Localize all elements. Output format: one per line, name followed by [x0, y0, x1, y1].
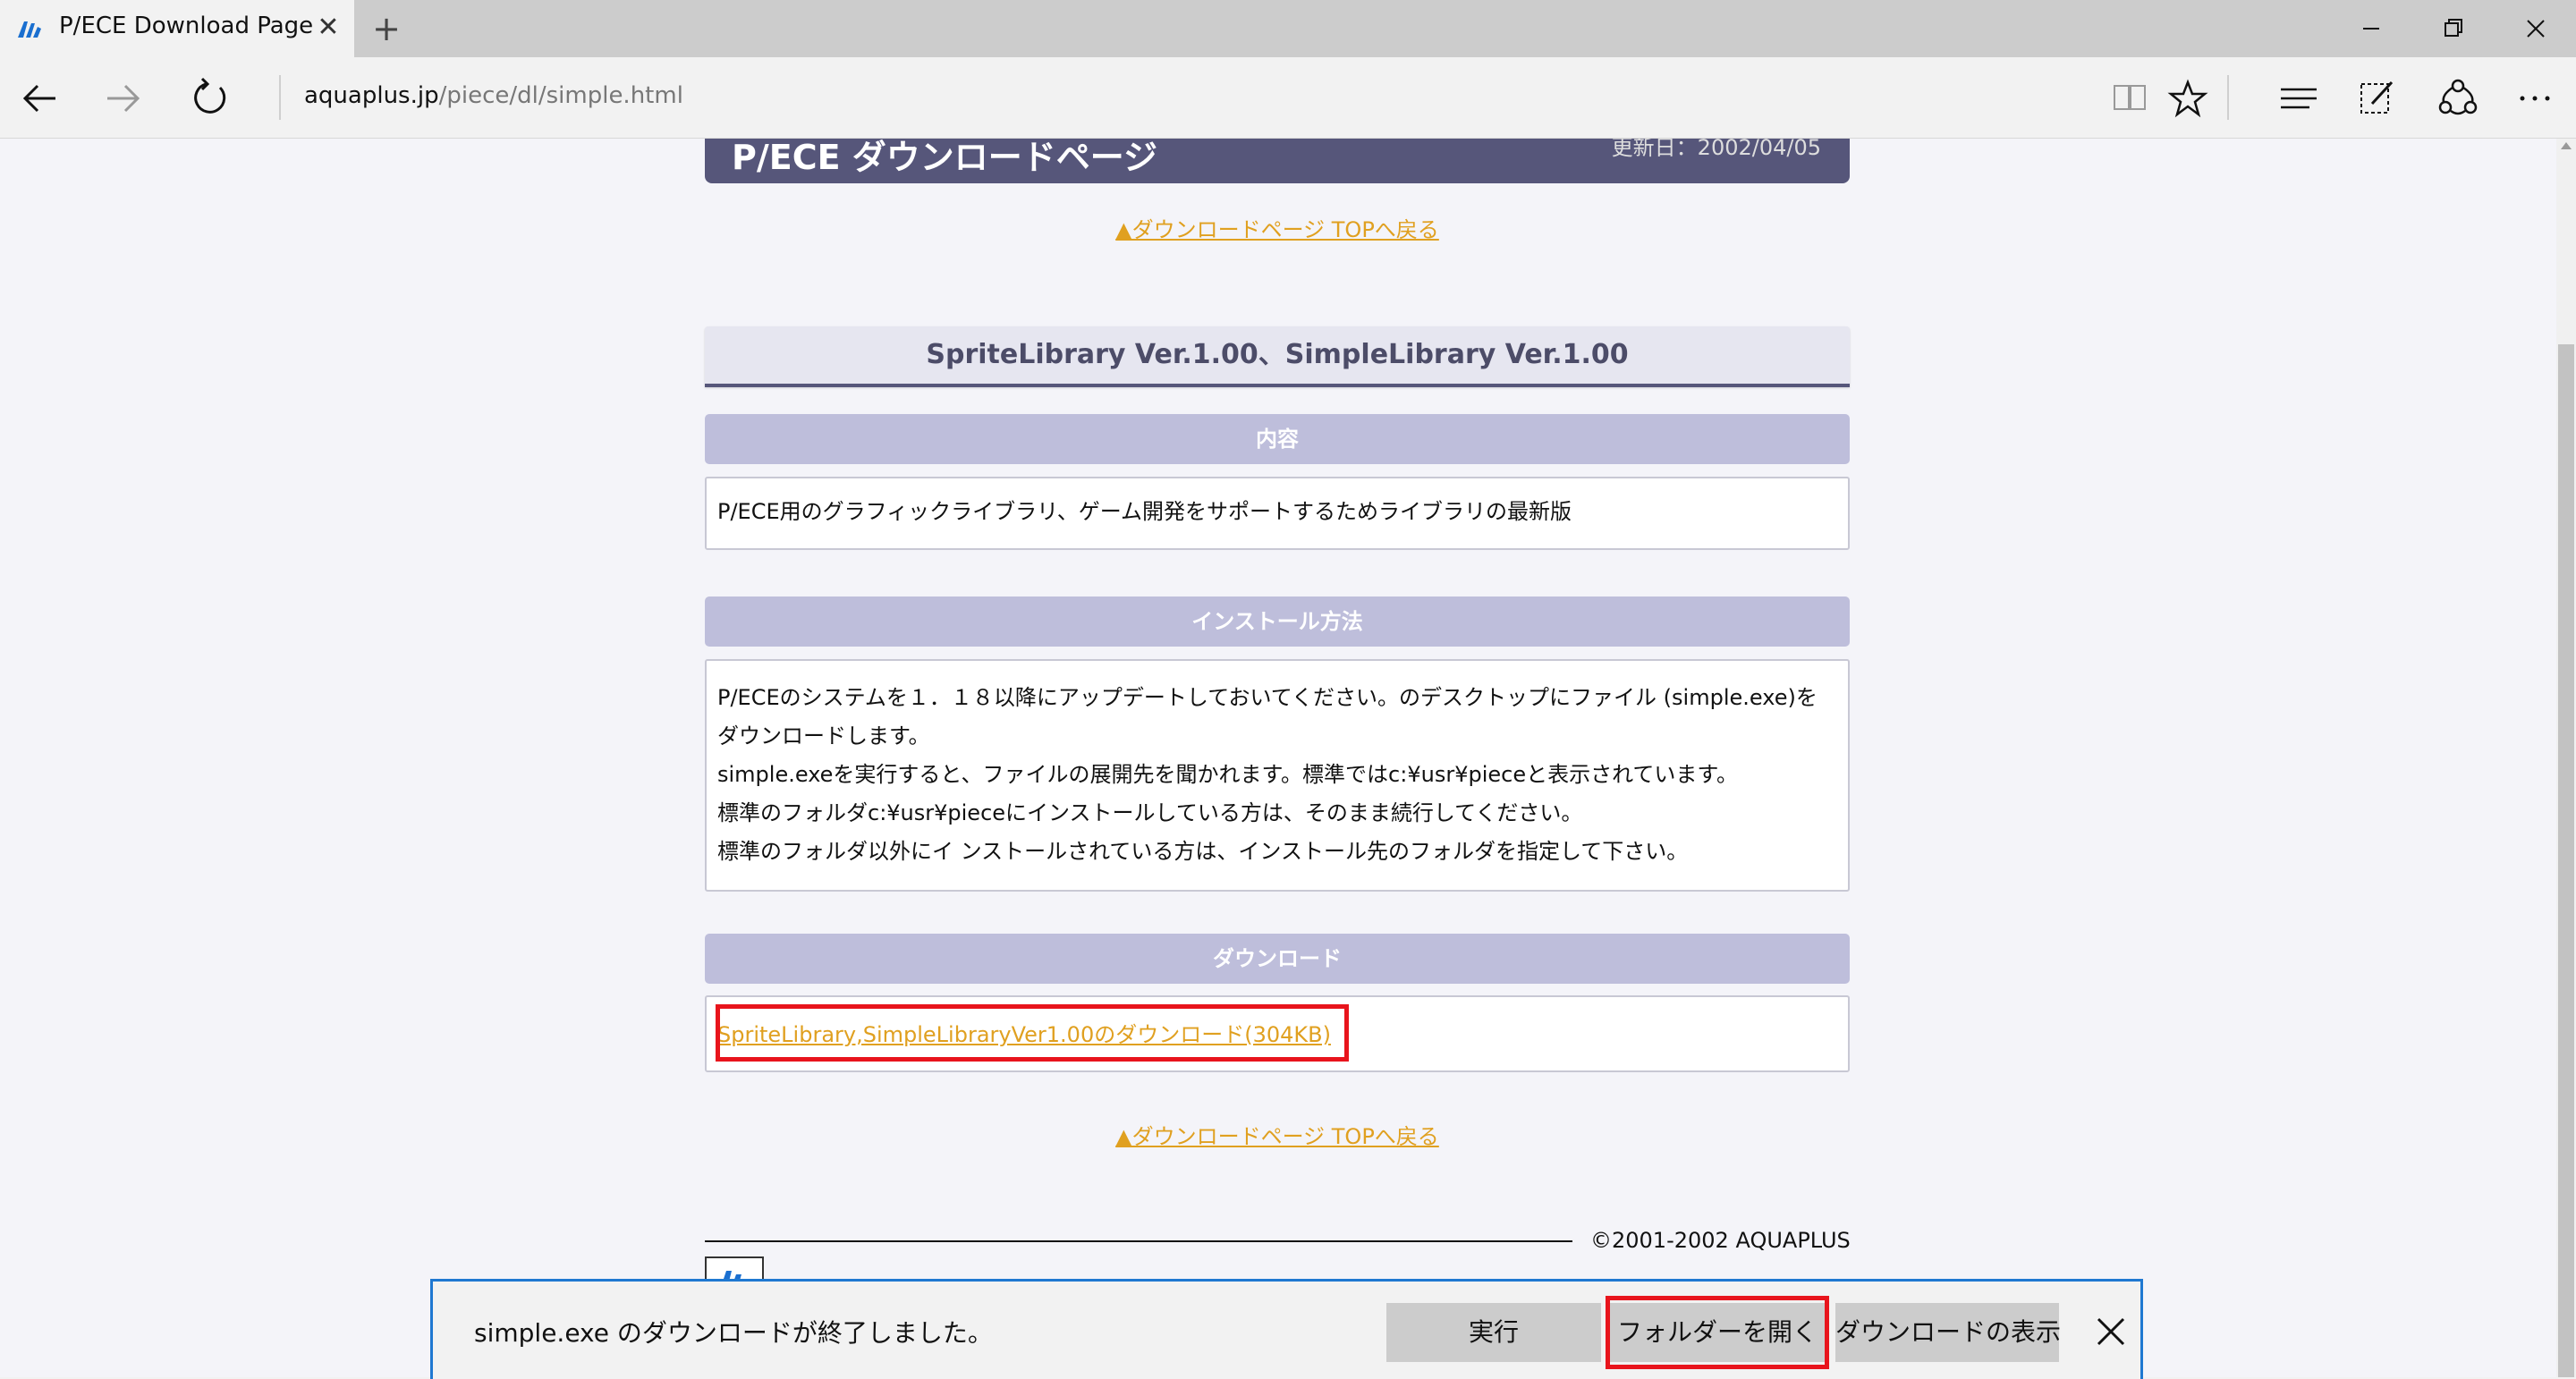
download-complete-message: simple.exe のダウンロードが終了しました。 [474, 1318, 993, 1348]
back-to-top-link-bottom[interactable]: ▲ダウンロードページ TOPへ戻る [705, 1119, 1850, 1150]
install-heading-bar: インストール方法 [705, 596, 1850, 647]
page-header: P/ECE ダウンロードページ 更新日：2002/04/05 [705, 139, 1850, 183]
download-notification-bar: simple.exe のダウンロードが終了しました。 実行 フォルダーを開く ダ… [430, 1279, 2143, 1379]
more-options-icon[interactable] [2512, 73, 2562, 123]
restore-icon[interactable] [2411, 0, 2494, 57]
open-folder-highlight [1606, 1296, 1829, 1369]
navigation-bar: aquaplus.jp/piece/dl/simple.html [0, 57, 2576, 139]
install-heading: インストール方法 [1191, 609, 1363, 634]
contents-box: P/ECE用のグラフィックライブラリ、ゲーム開発をサポートするためライブラリの最… [705, 477, 1850, 550]
back-to-top-link[interactable]: ▲ダウンロードページ TOPへ戻る [705, 212, 1850, 243]
install-box: P/ECEのシステムを１．１８以降にアップデートしておいてください。のデスクトッ… [705, 659, 1850, 892]
site-favicon-icon [18, 21, 41, 38]
url-host: aquaplus.jp [304, 82, 439, 109]
close-notification-icon[interactable] [2088, 1308, 2134, 1355]
footer-divider [705, 1240, 1572, 1242]
scroll-up-icon[interactable] [2561, 142, 2572, 149]
web-note-icon[interactable] [2352, 73, 2402, 123]
download-heading: ダウンロード [1213, 946, 1342, 971]
contents-heading-bar: 内容 [705, 414, 1850, 464]
refresh-icon[interactable] [184, 73, 234, 123]
address-separator [279, 75, 281, 120]
back-to-top-link-text[interactable]: ▲ダウンロードページ TOPへ戻る [1115, 217, 1439, 242]
view-downloads-button[interactable]: ダウンロードの表示 [1835, 1303, 2061, 1362]
copyright-text: ©2001-2002 AQUAPLUS [1590, 1228, 1851, 1253]
title-bar: P/ECE Download Page ✕ + [0, 0, 2576, 57]
back-to-top-link-bottom-text[interactable]: ▲ダウンロードページ TOPへ戻る [1115, 1124, 1439, 1149]
page-viewport: P/ECE ダウンロードページ 更新日：2002/04/05 ▲ダウンロードペー… [0, 139, 2576, 1377]
install-line: 標準のフォルダ以外にイ ンストールされている方は、インストール先のフォルダを指定… [717, 839, 1689, 864]
hub-icon[interactable] [2274, 73, 2324, 123]
vertical-scrollbar[interactable] [2556, 139, 2576, 1377]
download-link-highlight [716, 1004, 1349, 1062]
url-path: /piece/dl/simple.html [438, 82, 683, 109]
install-line: 標準のフォルダc:¥usr¥pieceにインストールしている方は、そのまま続行し… [717, 800, 1583, 825]
favorite-star-icon[interactable] [2163, 73, 2213, 123]
page-updated-date: 更新日：2002/04/05 [1611, 139, 1821, 160]
run-button[interactable]: 実行 [1386, 1303, 1601, 1362]
browser-tab[interactable]: P/ECE Download Page ✕ [0, 0, 354, 57]
reading-view-icon[interactable] [2106, 73, 2156, 123]
download-heading-bar: ダウンロード [705, 934, 1850, 984]
section-title: SpriteLibrary Ver.1.00、SimpleLibrary Ver… [705, 326, 1850, 387]
page-header-title: P/ECE ダウンロードページ [732, 139, 1158, 177]
install-line: P/ECEのシステムを１．１８以降にアップデートしておいてください。のデスクトッ… [717, 685, 1818, 710]
minimize-icon[interactable] [2329, 0, 2411, 57]
contents-text: P/ECE用のグラフィックライブラリ、ゲーム開発をサポートするためライブラリの最… [717, 499, 1572, 524]
back-arrow-icon[interactable] [14, 73, 64, 123]
install-line: simple.exeを実行すると、ファイルの展開先を聞かれます。標準ではc:¥u… [717, 762, 1738, 787]
install-line: ダウンロードします。 [717, 723, 930, 749]
address-bar[interactable]: aquaplus.jp/piece/dl/simple.html [304, 82, 683, 109]
share-icon[interactable] [2433, 73, 2483, 123]
tab-close-icon[interactable]: ✕ [315, 13, 342, 43]
scrollbar-thumb[interactable] [2558, 344, 2574, 1377]
new-tab-icon[interactable]: + [369, 9, 404, 48]
window-close-icon[interactable] [2494, 0, 2576, 57]
section-title-text: SpriteLibrary Ver.1.00、SimpleLibrary Ver… [926, 339, 1629, 370]
contents-heading: 内容 [1256, 427, 1299, 452]
tab-title: P/ECE Download Page [59, 13, 314, 39]
forward-arrow-icon[interactable] [98, 73, 148, 123]
toolbar-separator [2227, 75, 2229, 120]
